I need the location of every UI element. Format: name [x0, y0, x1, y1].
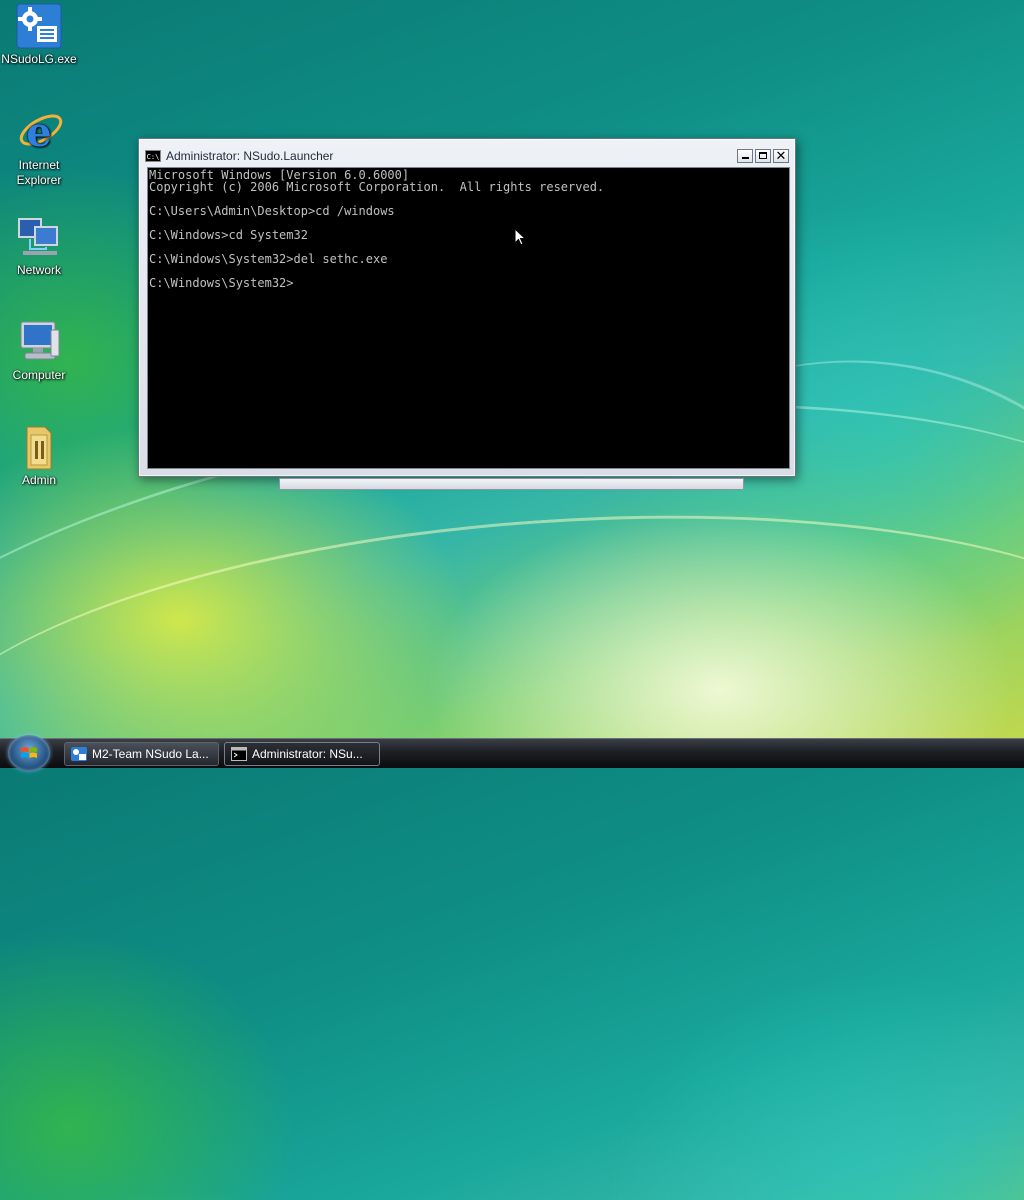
start-button[interactable]: [8, 735, 50, 771]
windows-start-orb-icon: [21, 747, 37, 758]
console-icon: [231, 747, 247, 761]
taskbar-button-console[interactable]: Administrator: NSu...: [224, 742, 380, 766]
close-button[interactable]: ✕: [773, 149, 789, 163]
user-folder-icon: [15, 423, 63, 471]
minimize-button[interactable]: [737, 149, 753, 163]
desktop-icon-label: Admin: [21, 473, 56, 487]
internet-explorer-icon: e: [15, 108, 63, 156]
console-output[interactable]: Microsoft Windows [Version 6.0.6000] Cop…: [147, 167, 790, 469]
console-text: Microsoft Windows [Version 6.0.6000] Cop…: [149, 168, 605, 290]
svg-text:e: e: [26, 109, 51, 156]
desktop-icon-label: Internet Explorer: [16, 158, 62, 187]
desktop-icon-internet-explorer[interactable]: e Internet Explorer: [0, 108, 78, 188]
desktop-icon-computer[interactable]: Computer: [0, 318, 78, 383]
computer-icon: [15, 318, 63, 366]
window-title: Administrator: NSudo.Launcher: [166, 149, 334, 163]
window-shadow-strip: [279, 478, 744, 490]
maximize-button[interactable]: [755, 149, 771, 163]
console-window[interactable]: C:\ Administrator: NSudo.Launcher ✕ Micr…: [138, 138, 796, 477]
network-icon: [15, 213, 63, 261]
wallpaper-swoosh: [0, 475, 1024, 988]
taskbar-button-label: M2-Team NSudo La...: [92, 747, 209, 761]
nsudo-app-icon: [71, 747, 87, 761]
desktop-icon-label: Computer: [12, 368, 66, 382]
taskbar-button-label: Administrator: NSu...: [252, 747, 363, 761]
desktop-icon-label: NSudoLG.exe: [1, 52, 77, 66]
desktop-icon-admin[interactable]: Admin: [0, 423, 78, 488]
desktop-icon-label: Network: [16, 263, 61, 277]
mouse-cursor-icon: [514, 228, 526, 246]
taskbar-button-nsudo-launcher[interactable]: M2-Team NSudo La...: [64, 742, 219, 766]
console-icon: C:\: [145, 150, 161, 162]
nsudo-gear-icon: [15, 2, 63, 50]
desktop-icon-network[interactable]: Network: [0, 213, 78, 278]
desktop-icon-nsudolg[interactable]: NSudoLG.exe: [0, 2, 78, 67]
taskbar: M2-Team NSudo La... Administrator: NSu..…: [0, 735, 1024, 771]
window-titlebar[interactable]: C:\ Administrator: NSudo.Launcher ✕: [145, 145, 789, 167]
